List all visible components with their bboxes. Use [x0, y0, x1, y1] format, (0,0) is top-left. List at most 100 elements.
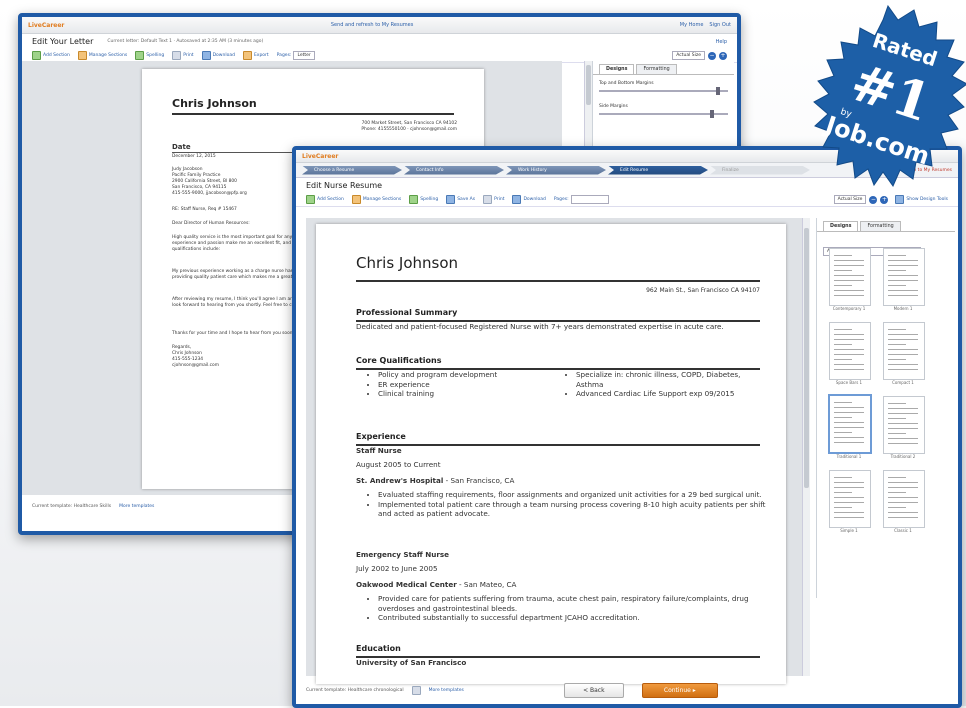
back-button[interactable]: < Back [563, 682, 624, 698]
thumbnail-line [888, 260, 918, 261]
download-button[interactable]: Download [512, 195, 546, 204]
thumbnail-line [888, 443, 918, 444]
tab-designs[interactable]: Designs [823, 221, 859, 231]
letter-top-bar: LiveCareer Send and refresh to My Resume… [22, 17, 737, 34]
livecareer-logo: LiveCareer [302, 152, 339, 160]
thumbnail-line [888, 428, 918, 429]
list-item: Evaluated staffing requirements, floor a… [378, 490, 770, 500]
design-label: Modern 1 [893, 306, 913, 311]
more-templates-link[interactable]: More templates [429, 688, 464, 693]
zoom-out-icon[interactable]: − [708, 51, 716, 60]
zoom-select[interactable]: Actual Size [672, 51, 705, 60]
resume-page: Chris Johnson 962 Main St., San Francisc… [316, 224, 786, 684]
margin-slider[interactable] [599, 87, 728, 95]
thumbnail-line [834, 260, 864, 261]
thumbnail-line [834, 512, 864, 513]
spelling-button[interactable]: Spelling [135, 51, 164, 60]
export-icon [242, 51, 252, 60]
thumbnail-line [888, 359, 906, 360]
thumbnail-line [834, 517, 864, 518]
letter-re: RE: Staff Nurse, Req # 15467 [172, 207, 237, 212]
save-refresh-link[interactable]: Send and refresh to My Resumes [331, 22, 413, 28]
thumbnail-line [888, 339, 918, 340]
side-margin-slider[interactable] [599, 110, 728, 118]
pages-select[interactable]: Letter [293, 51, 315, 60]
design-thumbnail[interactable] [883, 396, 925, 454]
more-templates-link[interactable]: More templates [119, 504, 154, 509]
recipient-line: 415-555-9000, jjacobson@pfp.org [172, 191, 247, 196]
design-thumbnail[interactable] [883, 248, 925, 306]
download-button[interactable]: Download [201, 51, 235, 60]
add-section-button[interactable]: Add Section [306, 195, 344, 204]
spelling-button[interactable]: Spelling [409, 195, 438, 204]
continue-button[interactable]: Continue ▸ [641, 682, 718, 698]
tab-formatting[interactable]: Formatting [860, 221, 901, 231]
design-thumbnail[interactable] [829, 470, 871, 528]
step-work-history[interactable]: Work History [506, 165, 606, 175]
design-label: Space Bars 1 [835, 380, 863, 385]
list-item: Provided care for patients suffering fro… [378, 594, 770, 613]
save-icon [446, 195, 456, 204]
zoom-in-icon[interactable]: + [719, 51, 727, 60]
name-rule [356, 280, 760, 282]
design-label: Contemporary 1 [832, 306, 866, 311]
sign-out-link[interactable]: Sign Out [709, 22, 731, 28]
thumbnail-line [888, 344, 906, 345]
pages-select[interactable] [570, 195, 609, 204]
list-item: Specialize in: chronic illness, COPD, Di… [576, 370, 766, 389]
print-button[interactable]: Print [172, 51, 194, 60]
list-item: Advanced Cardiac Life Support exp 09/201… [576, 389, 766, 399]
thumbnail-line [834, 497, 864, 498]
thumbnail-line [888, 423, 918, 424]
list-item: Contributed substantially to successful … [378, 613, 770, 623]
add-icon [32, 51, 41, 60]
thumbnail-line [888, 349, 918, 350]
resume-scrollbar[interactable] [802, 218, 810, 676]
pages-label: Pages: Letter [277, 51, 315, 60]
download-icon [201, 51, 211, 60]
thumbnail-line [834, 427, 864, 428]
design-label: Classic 1 [894, 528, 912, 533]
core-list-left: Policy and program development ER experi… [368, 370, 568, 399]
page-title: Edit Nurse Resume [306, 181, 383, 190]
step-edit-resume[interactable]: Edit Resume [608, 165, 708, 175]
my-home-link[interactable]: My Home [680, 22, 704, 28]
design-thumbnail[interactable] [883, 470, 925, 528]
templates-icon [411, 685, 421, 695]
list-item: ER experience [378, 380, 568, 390]
save-as-button[interactable]: Save As [446, 195, 475, 204]
thumbnail-line [888, 329, 906, 330]
thumbnail-line [888, 295, 918, 296]
rated-badge: Rated #1 by Job.com [813, 4, 966, 188]
thumbnail-line [888, 418, 906, 419]
thumbnail-line [834, 329, 852, 330]
design-thumbnail[interactable] [829, 322, 871, 380]
design-thumbnail-selected[interactable] [828, 394, 872, 454]
print-button[interactable]: Print [483, 195, 504, 204]
job-dates: August 2005 to Current [356, 460, 441, 469]
design-thumbnail[interactable] [829, 248, 871, 306]
design-label: Simple 1 [840, 528, 858, 533]
thumbnail-line [888, 517, 918, 518]
tab-designs[interactable]: Designs [599, 64, 635, 74]
step-finalize[interactable]: Finalize [710, 165, 810, 175]
step-contact-info[interactable]: Contact Info [404, 165, 504, 175]
export-button[interactable]: Export [242, 51, 269, 60]
thumbnail-line [888, 497, 918, 498]
manage-sections-button[interactable]: Manage Sections [351, 195, 401, 204]
help-link[interactable]: Help [716, 39, 727, 45]
thumbnail-line [888, 354, 918, 355]
thumbnail-line [834, 334, 864, 335]
add-section-button[interactable]: Add Section [32, 51, 70, 60]
thumbnail-line [888, 512, 918, 513]
step-choose-resume[interactable]: Choose a Resume [302, 165, 402, 175]
thumbnail-line [888, 403, 906, 404]
thumbnail-line [834, 265, 864, 266]
thumbnail-line [834, 482, 864, 483]
thumbnail-line [888, 290, 918, 291]
design-thumbnail[interactable] [883, 322, 925, 380]
manage-sections-button[interactable]: Manage Sections [77, 51, 127, 60]
thumbnail-line [834, 359, 852, 360]
letter-date: December 12, 2015 [172, 154, 216, 159]
tab-formatting[interactable]: Formatting [636, 64, 677, 74]
